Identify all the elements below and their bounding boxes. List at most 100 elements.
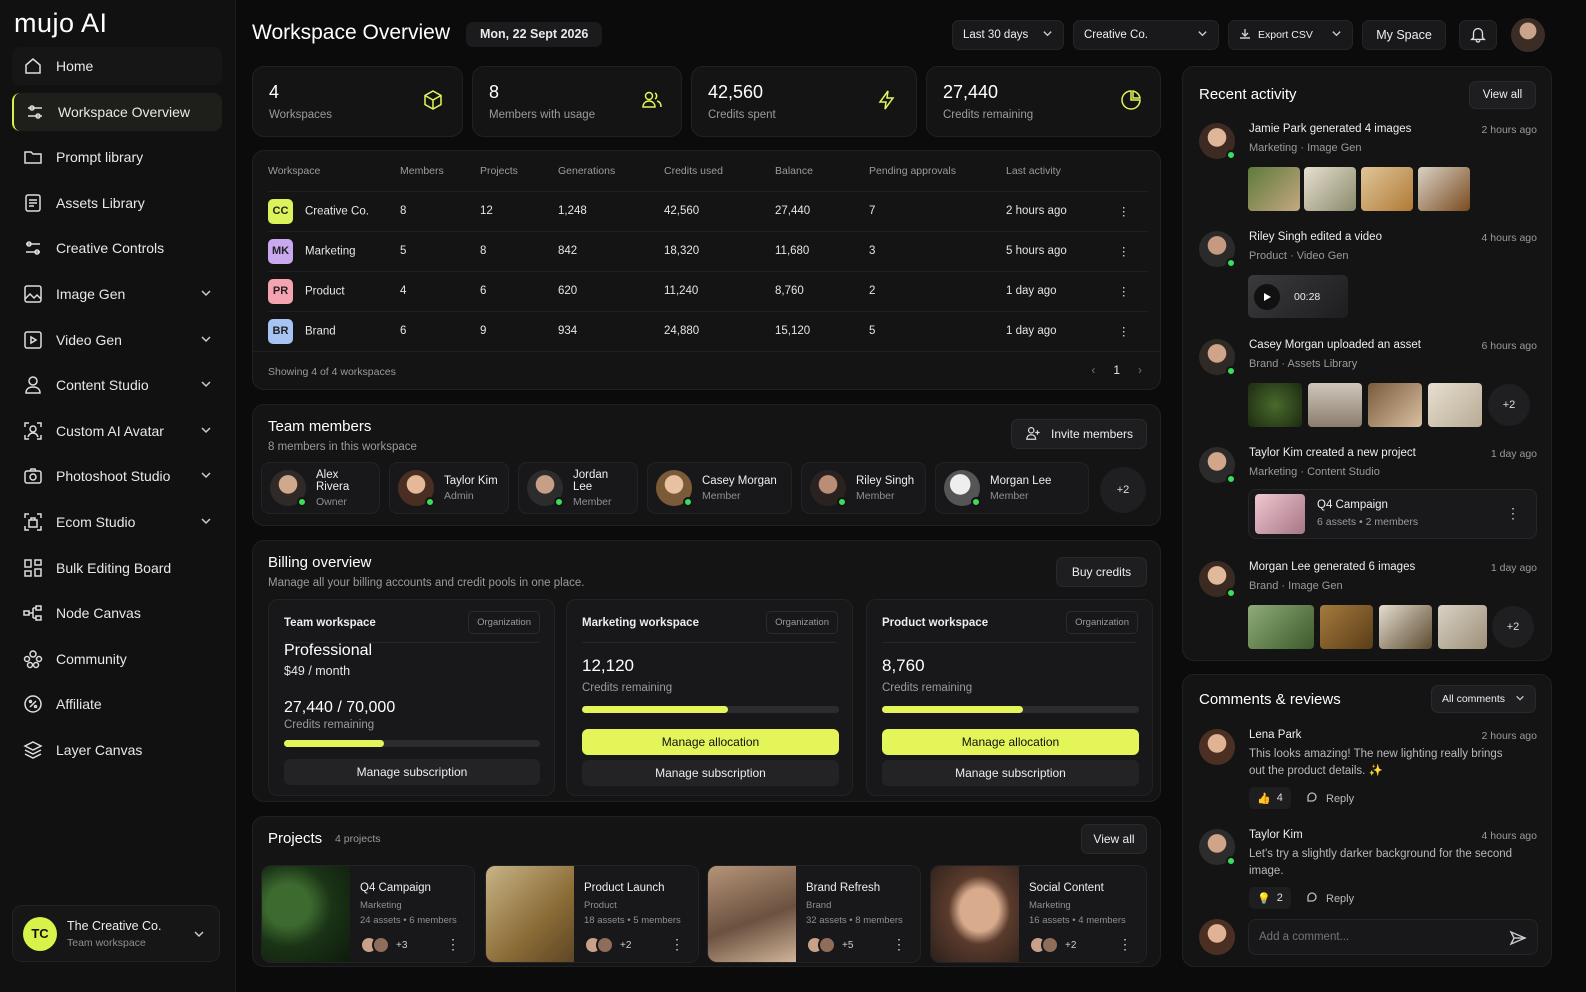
column-header[interactable]: Workspace	[268, 151, 400, 191]
column-header[interactable]: Generations	[558, 151, 664, 191]
more-icon[interactable]: ⋮	[1118, 190, 1148, 231]
chevron-down-icon[interactable]	[200, 514, 212, 530]
chevron-down-icon[interactable]	[200, 423, 212, 439]
org-select[interactable]: Creative Co.	[1073, 20, 1219, 50]
sidebar-item-content-studio[interactable]: Content Studio	[12, 366, 222, 404]
manage-subscription-button[interactable]: Manage subscription	[882, 760, 1139, 786]
activity-thumbnail[interactable]	[1248, 605, 1314, 649]
table-row[interactable]: PR Product 4 6 620 11,240 8,760 2 1 day a…	[268, 270, 1148, 311]
comments-filter-select[interactable]: All comments	[1431, 685, 1536, 713]
activity-item[interactable]: Jamie Park generated 4 images 2 hours ag…	[1199, 123, 1537, 223]
comment-input[interactable]	[1259, 928, 1499, 946]
sidebar-item-photoshoot-studio[interactable]: Photoshoot Studio	[12, 457, 222, 495]
member-card[interactable]: Taylor Kim Admin	[389, 462, 509, 514]
column-header[interactable]: Last activity	[1006, 151, 1118, 191]
more-thumbnails-button[interactable]: +2	[1492, 606, 1534, 648]
manage-allocation-button[interactable]: Manage allocation	[882, 729, 1139, 755]
more-icon[interactable]: ⋮	[892, 936, 906, 953]
sidebar-item-bulk-editing-board[interactable]: Bulk Editing Board	[12, 549, 222, 587]
table-row[interactable]: CC Creative Co. 8 12 1,248 42,560 27,440 …	[268, 190, 1148, 231]
sidebar-item-creative-controls[interactable]: Creative Controls	[12, 229, 222, 267]
activity-thumbnail[interactable]	[1248, 167, 1300, 211]
sidebar-item-ecom-studio[interactable]: Ecom Studio	[12, 503, 222, 541]
activity-item[interactable]: Morgan Lee generated 6 images 1 day ago …	[1199, 561, 1537, 661]
more-members-button[interactable]: +2	[1100, 467, 1146, 513]
chevron-left-icon[interactable]: ‹	[1091, 363, 1095, 377]
date-range-select[interactable]: Last 30 days	[952, 20, 1064, 50]
sidebar-item-assets-library[interactable]: Assets Library	[12, 184, 222, 222]
chevron-down-icon[interactable]	[200, 468, 212, 484]
sidebar-item-image-gen[interactable]: Image Gen	[12, 275, 222, 313]
reply-button[interactable]: Reply	[1306, 791, 1354, 806]
like-button[interactable]: 👍 4	[1249, 787, 1291, 809]
sidebar-item-affiliate[interactable]: Affiliate	[12, 685, 222, 723]
more-icon[interactable]: ⋮	[670, 936, 684, 953]
member-card[interactable]: Casey Morgan Member	[647, 462, 792, 514]
project-card[interactable]: Q4 Campaign Marketing 24 assets • 6 memb…	[261, 865, 475, 963]
chevron-down-icon[interactable]	[200, 286, 212, 302]
page-number[interactable]: 1	[1113, 363, 1120, 377]
export-csv-button[interactable]: Export CSV	[1228, 20, 1353, 50]
activity-thumbnail[interactable]	[1248, 383, 1302, 427]
notifications-button[interactable]	[1459, 20, 1497, 50]
more-icon[interactable]: ⋮	[1118, 310, 1148, 351]
table-row[interactable]: MK Marketing 5 8 842 18,320 11,680 3 5 ho…	[268, 230, 1148, 271]
activity-thumbnail[interactable]	[1428, 383, 1482, 427]
sidebar-item-prompt-library[interactable]: Prompt library	[12, 138, 222, 176]
more-icon[interactable]: ⋮	[1506, 505, 1520, 522]
sidebar-item-community[interactable]: Community	[12, 640, 222, 678]
sidebar-item-video-gen[interactable]: Video Gen	[12, 321, 222, 359]
project-card[interactable]: Brand Refresh Brand 32 assets • 8 member…	[707, 865, 921, 963]
member-card[interactable]: Alex Rivera Owner	[261, 462, 380, 514]
activity-thumbnail[interactable]	[1361, 167, 1413, 211]
view-all-projects-button[interactable]: View all	[1081, 824, 1147, 854]
invite-members-button[interactable]: Invite members	[1011, 419, 1147, 449]
activity-thumbnail[interactable]	[1304, 167, 1356, 211]
user-avatar[interactable]	[1511, 18, 1545, 52]
more-icon[interactable]: ⋮	[1118, 230, 1148, 271]
project-card[interactable]: Product Launch Product 18 assets • 5 mem…	[485, 865, 699, 963]
manage-subscription-button[interactable]: Manage subscription	[582, 760, 839, 786]
activity-item[interactable]: Casey Morgan uploaded an asset 6 hours a…	[1199, 339, 1537, 439]
activity-item[interactable]: Taylor Kim created a new project 1 day a…	[1199, 447, 1537, 547]
sidebar-item-workspace-overview[interactable]: Workspace Overview	[12, 92, 222, 131]
activity-thumbnail[interactable]	[1438, 605, 1487, 649]
activity-thumbnail[interactable]	[1368, 383, 1422, 427]
activity-thumbnail[interactable]	[1418, 167, 1470, 211]
table-row[interactable]: BR Brand 6 9 934 24,880 15,120 5 1 day ag…	[268, 310, 1148, 351]
reply-button[interactable]: Reply	[1306, 891, 1354, 906]
view-all-activity-button[interactable]: View all	[1469, 81, 1536, 109]
sidebar-item-home[interactable]: Home	[12, 47, 222, 85]
buy-credits-button[interactable]: Buy credits	[1056, 557, 1147, 587]
column-header[interactable]: Projects	[480, 151, 558, 191]
sidebar-item-custom-ai-avatar[interactable]: Custom AI Avatar	[12, 412, 222, 450]
sidebar-item-layer-canvas[interactable]: Layer Canvas	[12, 731, 222, 769]
like-button[interactable]: 💡 2	[1249, 887, 1291, 909]
more-icon[interactable]: ⋮	[446, 936, 460, 953]
sidebar-item-node-canvas[interactable]: Node Canvas	[12, 594, 222, 632]
activity-item[interactable]: Riley Singh edited a video 4 hours ago P…	[1199, 231, 1537, 331]
more-icon[interactable]: ⋮	[1118, 270, 1148, 311]
chevron-down-icon[interactable]	[200, 377, 212, 393]
more-thumbnails-button[interactable]: +2	[1488, 384, 1530, 426]
member-card[interactable]: Jordan Lee Member	[518, 462, 638, 514]
video-thumbnail[interactable]: 00:28	[1248, 275, 1348, 318]
play-icon[interactable]	[1254, 283, 1280, 310]
project-preview[interactable]: Q4 Campaign 6 assets • 2 members ⋮	[1248, 489, 1537, 539]
activity-thumbnail[interactable]	[1308, 383, 1362, 427]
activity-thumbnail[interactable]	[1379, 605, 1432, 649]
member-card[interactable]: Riley Singh Member	[801, 462, 926, 514]
manage-subscription-button[interactable]: Manage subscription	[284, 759, 540, 785]
project-card[interactable]: Social Content Marketing 16 assets • 4 m…	[930, 865, 1147, 963]
more-icon[interactable]: ⋮	[1118, 936, 1132, 953]
manage-allocation-button[interactable]: Manage allocation	[582, 729, 839, 755]
chevron-down-icon[interactable]	[200, 332, 212, 348]
send-icon[interactable]	[1509, 929, 1527, 950]
activity-thumbnail[interactable]	[1320, 605, 1373, 649]
column-header[interactable]: Pending approvals	[869, 151, 1006, 191]
org-switcher[interactable]: TC The Creative Co. Team workspace	[12, 905, 220, 962]
member-card[interactable]: Morgan Lee Member	[935, 462, 1089, 514]
my-space-button[interactable]: My Space	[1362, 20, 1446, 50]
chevron-right-icon[interactable]: ›	[1138, 363, 1142, 377]
column-header[interactable]: Credits used	[664, 151, 775, 191]
